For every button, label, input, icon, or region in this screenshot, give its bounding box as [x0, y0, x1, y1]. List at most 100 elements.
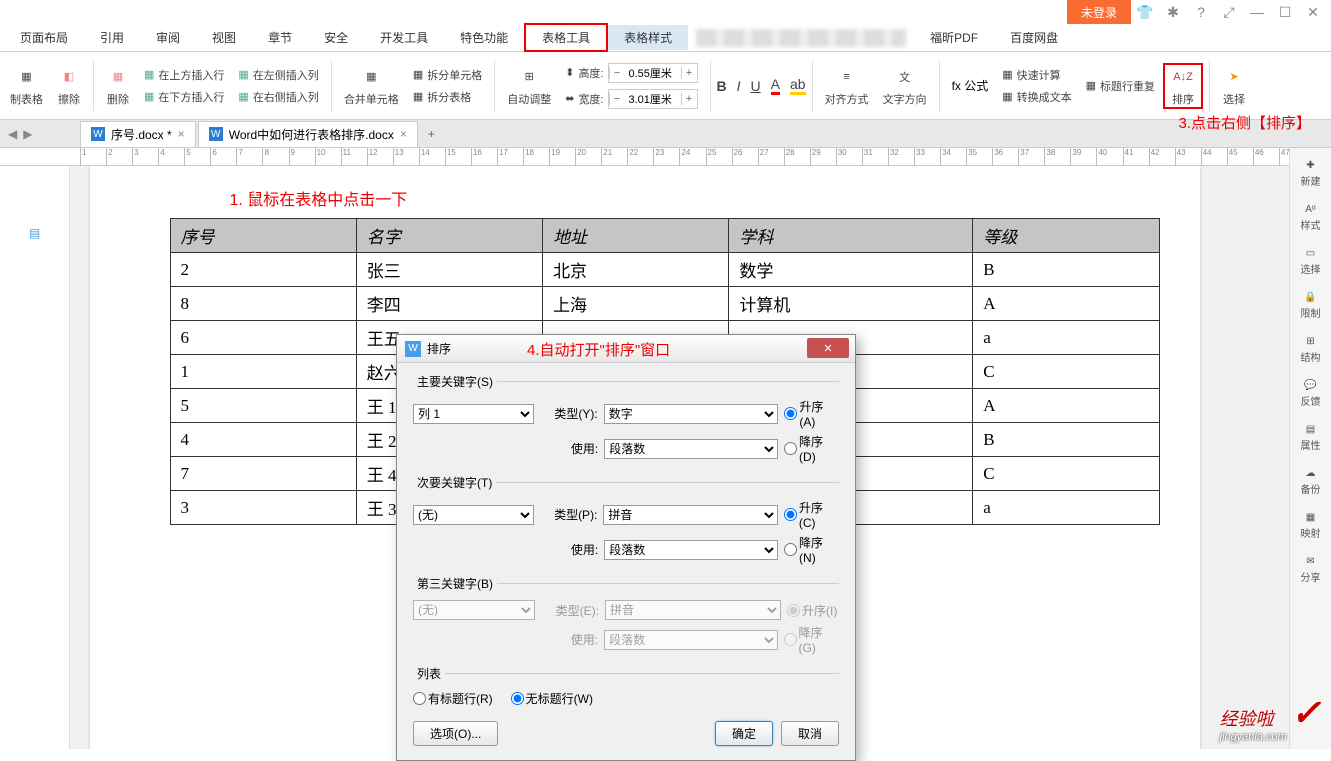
menu-devtools[interactable]: 开发工具 — [364, 25, 444, 50]
draw-table-button[interactable]: ▦制表格 — [4, 65, 49, 107]
text-direction-button[interactable]: 文文字方向 — [877, 65, 933, 107]
divider — [494, 61, 495, 111]
menu-chapter[interactable]: 章节 — [252, 25, 308, 50]
width-spinner[interactable]: −+ — [608, 89, 698, 109]
split-cell[interactable]: ▦拆分单元格 — [413, 67, 482, 83]
login-button[interactable]: 未登录 — [1067, 0, 1131, 24]
insert-row-below[interactable]: ▦在下方插入行 — [144, 89, 224, 105]
nav-fwd-icon[interactable]: ▶ — [23, 127, 32, 141]
close-icon[interactable]: ✕ — [1299, 0, 1327, 24]
menu-baidu[interactable]: 百度网盘 — [994, 25, 1074, 50]
secondary-key-select[interactable]: (无) — [413, 505, 534, 525]
select-button[interactable]: ➤选择 — [1216, 65, 1252, 107]
panel-item-选择[interactable]: ▭选择 — [1301, 244, 1321, 280]
secondary-asc-radio[interactable]: 升序(C) — [784, 499, 839, 530]
new-tab-button[interactable]: + — [420, 127, 443, 141]
underline-button[interactable]: U — [751, 78, 761, 94]
menu-reference[interactable]: 引用 — [84, 25, 140, 50]
primary-use-select[interactable]: 段落数 — [604, 439, 778, 459]
wechat-icon[interactable]: ✱ — [1159, 0, 1187, 24]
cancel-button[interactable]: 取消 — [781, 721, 839, 746]
maximize-icon[interactable]: ☐ — [1271, 0, 1299, 24]
primary-type-select[interactable]: 数字 — [604, 404, 779, 424]
menu-features[interactable]: 特色功能 — [444, 25, 524, 50]
formula-button[interactable]: fx 公式 — [946, 77, 995, 94]
secondary-desc-radio[interactable]: 降序(N) — [784, 534, 839, 565]
outline-icon[interactable]: ▤ — [29, 226, 40, 240]
split-table[interactable]: ▦拆分表格 — [413, 89, 471, 105]
menu-bar: 页面布局 引用 审阅 视图 章节 安全 开发工具 特色功能 表格工具 表格样式 … — [0, 24, 1331, 52]
help-icon[interactable]: ? — [1187, 0, 1215, 24]
panel-item-限制[interactable]: 🔒限制 — [1301, 288, 1321, 324]
panel-item-映射[interactable]: ▦映射 — [1301, 508, 1321, 544]
eraser-button[interactable]: ◧擦除 — [51, 65, 87, 107]
tab-doc1[interactable]: W序号.docx *× — [80, 121, 196, 147]
primary-key-legend: 主要关键字(S) — [413, 373, 497, 390]
divider — [331, 61, 332, 111]
menu-table-tools[interactable]: 表格工具 — [524, 23, 608, 52]
divider — [93, 61, 94, 111]
insert-col-left[interactable]: ▦在左侧插入列 — [238, 67, 318, 83]
header-repeat[interactable]: ▦标题行重复 — [1086, 78, 1155, 94]
wps-icon: W — [405, 341, 421, 357]
quick-calc[interactable]: ▦快速计算 — [1002, 67, 1060, 83]
panel-item-结构[interactable]: ⊞结构 — [1301, 332, 1321, 368]
tab-doc2[interactable]: WWord中如何进行表格排序.docx× — [198, 121, 418, 147]
menu-page-layout[interactable]: 页面布局 — [4, 25, 84, 50]
no-header-radio[interactable]: 无标题行(W) — [511, 690, 593, 707]
highlight-button[interactable]: ab — [790, 76, 806, 95]
align-button[interactable]: ≡对齐方式 — [819, 65, 875, 107]
tab-close-icon[interactable]: × — [400, 127, 407, 141]
panel-item-属性[interactable]: ▤属性 — [1301, 420, 1321, 456]
insert-col-right[interactable]: ▦在右侧插入列 — [238, 89, 318, 105]
menu-security[interactable]: 安全 — [308, 25, 364, 50]
merge-cells-button[interactable]: ▦合并单元格 — [338, 65, 405, 107]
tab-close-icon[interactable]: × — [178, 127, 185, 141]
table-header[interactable]: 名字 — [356, 219, 542, 253]
sort-button[interactable]: A↓Z排序 — [1163, 63, 1203, 109]
bold-button[interactable]: B — [717, 78, 727, 94]
options-button[interactable]: 选项(O)... — [413, 721, 498, 746]
minimize-icon[interactable]: — — [1243, 0, 1271, 24]
right-task-panel: ✚新建 Aᵅ样式 ▭选择 🔒限制 ⊞结构 💬反馈 ▤属性 ☁备份 ▦映射 ✉分享 — [1289, 148, 1331, 749]
table-row[interactable]: 2张三北京数学B — [170, 253, 1159, 287]
table-header[interactable]: 等级 — [973, 219, 1159, 253]
convert-to-text[interactable]: ▦转换成文本 — [1002, 89, 1071, 105]
height-spinner[interactable]: −+ — [608, 63, 698, 83]
primary-key-select[interactable]: 列 1 — [413, 404, 534, 424]
pin-icon[interactable]: ⤢ — [1215, 0, 1243, 24]
italic-button[interactable]: I — [737, 78, 741, 94]
menu-review[interactable]: 审阅 — [140, 25, 196, 50]
panel-item-分享[interactable]: ✉分享 — [1301, 552, 1321, 588]
dialog-close-button[interactable]: ✕ — [807, 338, 849, 358]
primary-desc-radio[interactable]: 降序(D) — [784, 433, 839, 464]
type-label: 类型(Y): — [540, 405, 598, 422]
menu-table-style[interactable]: 表格样式 — [608, 25, 688, 50]
table-header[interactable]: 学科 — [729, 219, 973, 253]
document-tabs: ◀ ▶ W序号.docx *× WWord中如何进行表格排序.docx× + — [0, 120, 1331, 148]
secondary-use-select[interactable]: 段落数 — [604, 540, 778, 560]
has-header-radio[interactable]: 有标题行(R) — [413, 690, 493, 707]
dialog-titlebar[interactable]: W 排序 4.自动打开"排序"窗口 ✕ — [397, 335, 855, 363]
shirt-icon[interactable]: 👕 — [1131, 0, 1159, 24]
secondary-type-select[interactable]: 拼音 — [603, 505, 777, 525]
divider — [939, 61, 940, 111]
panel-item-样式[interactable]: Aᵅ样式 — [1301, 200, 1321, 236]
menu-view[interactable]: 视图 — [196, 25, 252, 50]
type-label: 类型(P): — [540, 506, 597, 523]
autofit-button[interactable]: ⊞自动调整 — [501, 65, 557, 107]
insert-row-above[interactable]: ▦在上方插入行 — [144, 67, 224, 83]
ok-button[interactable]: 确定 — [715, 721, 773, 746]
table-row[interactable]: 8李四上海计算机A — [170, 287, 1159, 321]
panel-item-备份[interactable]: ☁备份 — [1301, 464, 1321, 500]
panel-item-反馈[interactable]: 💬反馈 — [1301, 376, 1321, 412]
nav-back-icon[interactable]: ◀ — [8, 127, 17, 141]
delete-button[interactable]: ▦删除 — [100, 65, 136, 107]
primary-asc-radio[interactable]: 升序(A) — [784, 398, 839, 429]
font-color-button[interactable]: A — [771, 76, 780, 95]
table-header[interactable]: 地址 — [543, 219, 729, 253]
panel-item-新建[interactable]: ✚新建 — [1301, 156, 1321, 192]
table-header[interactable]: 序号 — [170, 219, 356, 253]
menu-foxit[interactable]: 福昕PDF — [914, 25, 994, 50]
list-fieldset: 列表 有标题行(R) 无标题行(W) — [413, 665, 839, 711]
